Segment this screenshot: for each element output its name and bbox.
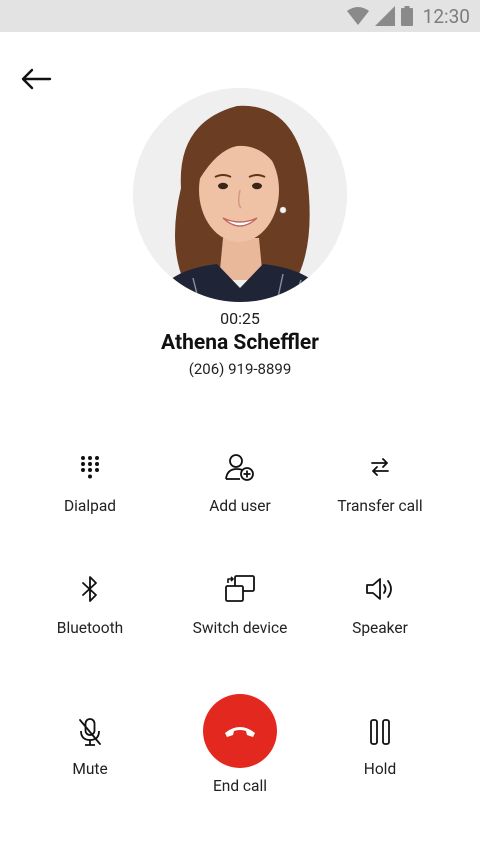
switch-device-button[interactable]: Switch device: [165, 573, 315, 637]
bluetooth-icon: [74, 573, 106, 605]
transfer-icon: [364, 451, 396, 483]
battery-icon: [400, 6, 413, 26]
add-user-label: Add user: [209, 497, 271, 515]
end-call-button[interactable]: End call: [165, 694, 315, 795]
signal-icon: [374, 6, 395, 26]
add-user-button[interactable]: Add user: [165, 451, 315, 515]
end-call-label: End call: [212, 777, 268, 795]
bluetooth-label: Bluetooth: [56, 619, 124, 637]
contact-avatar: [133, 88, 347, 302]
speaker-button[interactable]: Speaker: [305, 573, 455, 637]
speaker-icon: [364, 573, 396, 605]
contact-phone-number: (206) 919-8899: [188, 360, 292, 378]
back-button[interactable]: [18, 64, 54, 94]
contact-name: Athena Scheffler: [161, 331, 319, 355]
transfer-call-button[interactable]: Transfer call: [305, 451, 455, 515]
bluetooth-button[interactable]: Bluetooth: [15, 573, 165, 637]
contact-photo: [133, 88, 347, 302]
switch-device-icon: [224, 573, 256, 605]
switch-device-label: Switch device: [192, 619, 288, 637]
speaker-label: Speaker: [352, 619, 408, 637]
end-call-circle[interactable]: [203, 694, 277, 768]
transfer-call-label: Transfer call: [337, 497, 423, 515]
call-duration: 00:25: [220, 309, 260, 328]
dialpad-icon: [74, 451, 106, 483]
mic-off-icon: [74, 716, 106, 748]
status-time: 12:30: [422, 4, 470, 28]
mute-button[interactable]: Mute: [15, 716, 165, 778]
hang-up-icon: [225, 727, 255, 737]
add-user-icon: [224, 451, 256, 483]
dialpad-button[interactable]: Dialpad: [15, 451, 165, 515]
hold-button[interactable]: Hold: [305, 716, 455, 778]
pause-icon: [364, 716, 396, 748]
wifi-icon: [346, 7, 369, 25]
status-bar: 12:30: [0, 0, 480, 32]
mute-label: Mute: [72, 760, 108, 778]
arrow-left-icon: [21, 68, 52, 90]
dialpad-label: Dialpad: [63, 497, 117, 515]
status-icons: 12:30: [346, 4, 470, 28]
hold-label: Hold: [363, 760, 397, 778]
